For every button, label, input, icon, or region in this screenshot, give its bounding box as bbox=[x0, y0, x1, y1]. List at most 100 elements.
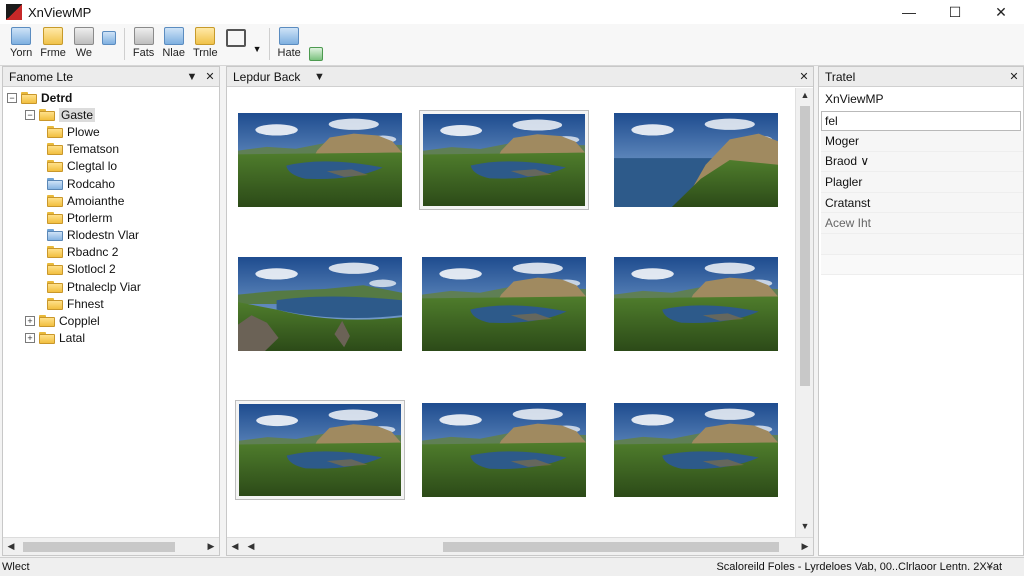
folder-icon bbox=[21, 91, 37, 104]
toolbar-separator bbox=[123, 28, 125, 60]
toolbar-label: Frme bbox=[40, 47, 66, 59]
tree-item[interactable]: + Latal bbox=[3, 330, 219, 347]
expand-icon[interactable]: + bbox=[25, 316, 35, 327]
tree-item-label: Ptnaleclp Viar bbox=[67, 279, 141, 294]
image-thumbnail[interactable] bbox=[419, 254, 589, 354]
tree-item[interactable]: − Gaste bbox=[3, 106, 219, 123]
folder-icon bbox=[47, 280, 63, 293]
properties-field-input[interactable]: fel bbox=[821, 111, 1021, 131]
image-thumbnail[interactable] bbox=[419, 400, 589, 500]
tree-item[interactable]: Rbadnc 2 bbox=[3, 244, 219, 261]
property-row[interactable]: Moger bbox=[821, 131, 1023, 152]
image-thumbnail[interactable] bbox=[419, 110, 589, 210]
property-dropdown[interactable]: Braod ∨ bbox=[821, 151, 1023, 173]
image-thumbnail[interactable] bbox=[235, 110, 405, 210]
scroll-thumb[interactable] bbox=[800, 106, 810, 386]
tree-item[interactable]: + Copplel bbox=[3, 312, 219, 329]
image-thumbnail[interactable] bbox=[235, 400, 405, 500]
landscape-image bbox=[422, 257, 586, 351]
status-right-text: Scaloreild Foles - Lyrdeloes Vab, 00..Cl… bbox=[716, 561, 1002, 573]
folder-icon bbox=[39, 108, 55, 121]
panel-close-icon[interactable]: ✕ bbox=[1005, 70, 1023, 83]
scroll-left-icon[interactable]: ◀ bbox=[227, 541, 243, 552]
tree-item[interactable]: − Detrd bbox=[3, 89, 219, 106]
tree-item-label: Rbadnc 2 bbox=[67, 245, 119, 260]
chevron-down-icon[interactable]: ▼ bbox=[310, 71, 328, 83]
property-row-empty bbox=[821, 254, 1023, 276]
panel-close-icon[interactable]: ✕ bbox=[201, 70, 219, 83]
app-window: XnViewMP — ☐ ✕ Yorn Frme We Fats Nlae Tr… bbox=[0, 0, 1024, 576]
folder-icon bbox=[47, 297, 63, 310]
folders-horizontal-scrollbar[interactable]: ◀ ▶ bbox=[3, 537, 219, 555]
scroll-left-icon[interactable]: ◀ bbox=[243, 541, 259, 552]
window-controls: — ☐ ✕ bbox=[886, 0, 1024, 24]
folder-icon bbox=[47, 229, 63, 242]
tree-item[interactable]: Ptorlerm bbox=[3, 209, 219, 226]
panel-close-icon[interactable]: ✕ bbox=[795, 70, 813, 83]
landscape-image bbox=[614, 113, 778, 207]
title-bar: XnViewMP — ☐ ✕ bbox=[0, 0, 1024, 24]
toolbar-label: Nlae bbox=[162, 47, 185, 59]
property-row[interactable]: Plagler bbox=[821, 172, 1023, 193]
toolbar-button-filter[interactable]: Nlae bbox=[158, 24, 189, 64]
maximize-button[interactable]: ☐ bbox=[932, 0, 978, 24]
tree-item-label: Detrd bbox=[41, 90, 73, 105]
toolbar-button-view[interactable]: We bbox=[70, 24, 98, 64]
image-thumbnail[interactable] bbox=[611, 110, 781, 210]
view-icon bbox=[73, 27, 94, 45]
folder-icon bbox=[47, 194, 63, 207]
scroll-thumb[interactable] bbox=[23, 541, 175, 552]
browser-horizontal-scrollbar[interactable]: ◀ ◀ ▶ bbox=[227, 537, 813, 555]
scroll-left-icon[interactable]: ◀ bbox=[3, 541, 19, 552]
folder-icon bbox=[47, 211, 63, 224]
toolbar-button-grid[interactable] bbox=[98, 24, 120, 64]
toolbar-button-info[interactable]: Fats bbox=[129, 24, 158, 64]
scroll-right-icon[interactable]: ▶ bbox=[797, 541, 813, 552]
tree-item[interactable]: Ptnaleclp Viar bbox=[3, 278, 219, 295]
toolbar-button-copy[interactable]: Hate bbox=[274, 24, 305, 64]
toolbar-button-search[interactable] bbox=[222, 24, 250, 64]
properties-heading: XnViewMP bbox=[825, 92, 884, 106]
browser-panel: Lepdur Back ▼ ✕ ▲ ▼ ◀ ◀ ▶ bbox=[226, 66, 814, 556]
toolbar-button-browse[interactable]: Yorn bbox=[6, 24, 36, 64]
property-row[interactable]: Cratanst bbox=[821, 192, 1023, 214]
toolbar-button-folder[interactable]: Frme bbox=[36, 24, 70, 64]
collapse-icon[interactable]: − bbox=[25, 109, 35, 120]
properties-panel-title: Tratel bbox=[825, 69, 856, 84]
tree-item[interactable]: Rodcaho bbox=[3, 175, 219, 192]
tree-item[interactable]: Amoianthe bbox=[3, 192, 219, 209]
tree-item-label: Plowe bbox=[67, 124, 100, 139]
image-thumbnail[interactable] bbox=[611, 400, 781, 500]
collapse-icon[interactable]: − bbox=[7, 92, 17, 103]
copy-icon bbox=[279, 27, 300, 45]
main-toolbar: Yorn Frme We Fats Nlae Trnle ▼ Hate bbox=[0, 24, 1024, 66]
tree-item[interactable]: Clegtal lo bbox=[3, 158, 219, 175]
image-thumbnail[interactable] bbox=[235, 254, 405, 354]
image-thumbnail[interactable] bbox=[611, 254, 781, 354]
scroll-up-icon[interactable]: ▲ bbox=[796, 90, 814, 104]
landscape-image bbox=[423, 114, 585, 206]
property-row[interactable]: Acew Iht bbox=[821, 213, 1023, 234]
minimize-button[interactable]: — bbox=[886, 0, 932, 24]
browser-vertical-scrollbar[interactable]: ▲ ▼ bbox=[795, 88, 813, 537]
scroll-down-icon[interactable]: ▼ bbox=[796, 521, 814, 535]
scroll-thumb[interactable] bbox=[443, 541, 779, 552]
tree-item[interactable]: Plowe bbox=[3, 123, 219, 140]
close-button[interactable]: ✕ bbox=[978, 0, 1024, 24]
toolbar-button-zoom[interactable]: Trnle bbox=[189, 24, 222, 64]
folder-icon bbox=[47, 177, 63, 190]
toolbar-label: Yorn bbox=[10, 47, 33, 59]
tree-item[interactable]: Tematson bbox=[3, 141, 219, 158]
chevron-down-icon[interactable]: ▼ bbox=[250, 44, 265, 54]
scroll-right-icon[interactable]: ▶ bbox=[203, 541, 219, 552]
tree-item-label: Copplel bbox=[59, 314, 100, 329]
tree-item-label: Rodcaho bbox=[67, 176, 116, 191]
tree-item[interactable]: Slotlocl 2 bbox=[3, 261, 219, 278]
tree-item[interactable]: Rlodestn Vlar bbox=[3, 227, 219, 244]
properties-panel-header: Tratel ✕ bbox=[819, 67, 1023, 87]
panel-menu-icon[interactable]: ▼ bbox=[183, 71, 201, 83]
tree-item[interactable]: Fhnest bbox=[3, 295, 219, 312]
expand-icon[interactable]: + bbox=[25, 333, 35, 344]
landscape-image bbox=[238, 257, 402, 351]
toolbar-button-export[interactable] bbox=[305, 24, 327, 64]
